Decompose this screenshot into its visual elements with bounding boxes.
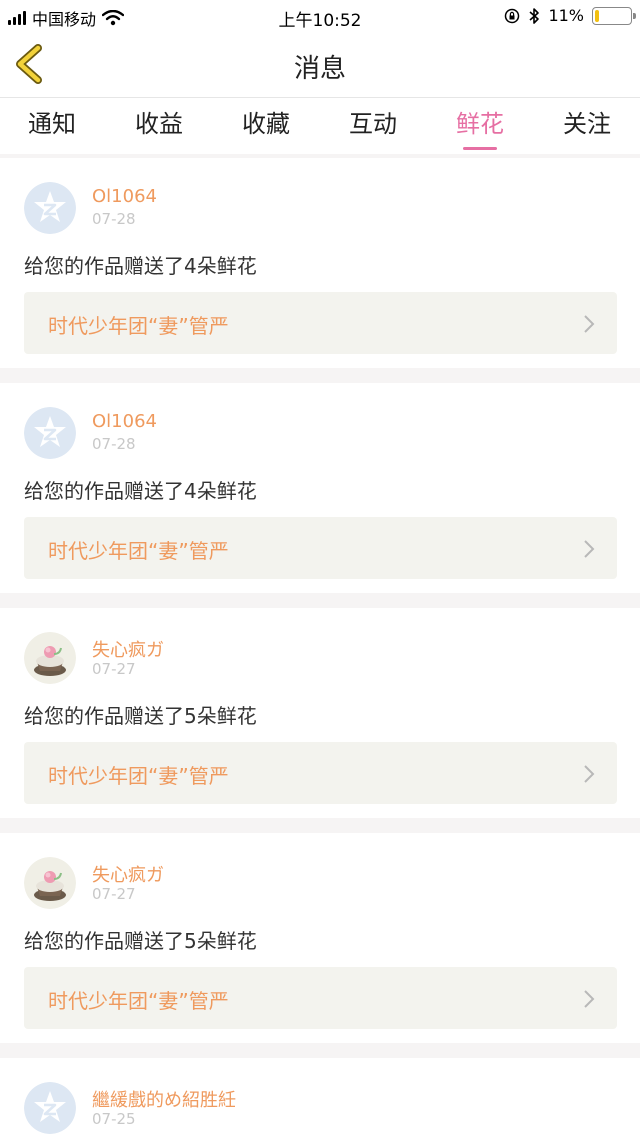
message-text: 给您的作品赠送了5朵鲜花 [24, 704, 257, 728]
page-title: 消息 [293, 54, 346, 84]
sender-username[interactable]: 失心疯ガ [92, 861, 164, 887]
battery-percent: 11% [548, 6, 584, 25]
chevron-right-icon [584, 765, 595, 783]
message-text: 给您的作品赠送了4朵鲜花 [24, 479, 257, 503]
message-card: 繼緩戲的め紹胜紝 07-25 [0, 1058, 640, 1138]
rotation-lock-icon [505, 8, 520, 23]
message-text: 给您的作品赠送了5朵鲜花 [24, 929, 257, 953]
status-right: 11% [504, 6, 636, 25]
tab-label: 鲜花 [456, 110, 504, 138]
work-title: 时代少年团“妻”管严 [48, 539, 229, 563]
default-avatar-icon[interactable] [24, 182, 76, 234]
tab-favorites[interactable]: 收藏 [240, 104, 292, 152]
message-date: 07-28 [92, 435, 136, 453]
cupcake-avatar[interactable] [24, 857, 76, 909]
tab-label: 收藏 [242, 110, 290, 138]
nav-header: 消息 [0, 32, 640, 98]
battery-fill [595, 9, 599, 22]
message-date: 07-25 [92, 1110, 136, 1128]
chevron-right-icon [584, 315, 595, 333]
work-title: 时代少年团“妻”管严 [48, 764, 229, 788]
message-date: 07-27 [92, 660, 136, 678]
battery-icon [592, 6, 636, 25]
message-card: 失心疯ガ 07-27 给您的作品赠送了5朵鲜花 时代少年团“妻”管严 [0, 608, 640, 818]
cupcake-avatar[interactable] [24, 632, 76, 684]
active-tab-indicator [463, 147, 497, 150]
work-title: 时代少年团“妻”管严 [48, 314, 229, 338]
message-card: Ol1064 07-28 给您的作品赠送了4朵鲜花 时代少年团“妻”管严 [0, 383, 640, 593]
tab-following[interactable]: 关注 [561, 104, 613, 152]
message-card: Ol1064 07-28 给您的作品赠送了4朵鲜花 时代少年团“妻”管严 [0, 158, 640, 368]
tab-label: 互动 [349, 110, 397, 138]
work-link[interactable]: 时代少年团“妻”管严 [24, 967, 617, 1029]
sender-username[interactable]: 失心疯ガ [92, 636, 164, 662]
work-link[interactable]: 时代少年团“妻”管严 [24, 517, 617, 579]
tab-notifications[interactable]: 通知 [26, 104, 78, 152]
default-avatar-icon[interactable] [24, 1082, 76, 1134]
message-card: 失心疯ガ 07-27 给您的作品赠送了5朵鲜花 时代少年团“妻”管严 [0, 833, 640, 1043]
tab-earnings[interactable]: 收益 [133, 104, 185, 152]
tab-interactions[interactable]: 互动 [347, 104, 399, 152]
message-date: 07-27 [92, 885, 136, 903]
tab-label: 收益 [135, 110, 183, 138]
work-link[interactable]: 时代少年团“妻”管严 [24, 742, 617, 804]
sender-username[interactable]: Ol1064 [92, 186, 157, 207]
chevron-right-icon [584, 540, 595, 558]
bluetooth-icon [529, 7, 540, 24]
tab-flowers[interactable]: 鲜花 [454, 104, 506, 152]
message-text: 给您的作品赠送了4朵鲜花 [24, 254, 257, 278]
sender-username[interactable]: Ol1064 [92, 411, 157, 432]
tab-label: 通知 [28, 110, 76, 138]
sender-username[interactable]: 繼緩戲的め紹胜紝 [92, 1086, 236, 1112]
tab-label: 关注 [563, 110, 611, 138]
work-title: 时代少年团“妻”管严 [48, 989, 229, 1013]
tab-bar: 通知 收益 收藏 互动 鲜花 关注 [0, 98, 640, 154]
work-link[interactable]: 时代少年团“妻”管严 [24, 292, 617, 354]
status-bar: 中国移动 上午10:52 11% [0, 0, 640, 32]
chevron-right-icon [584, 990, 595, 1008]
default-avatar-icon[interactable] [24, 407, 76, 459]
message-date: 07-28 [92, 210, 136, 228]
